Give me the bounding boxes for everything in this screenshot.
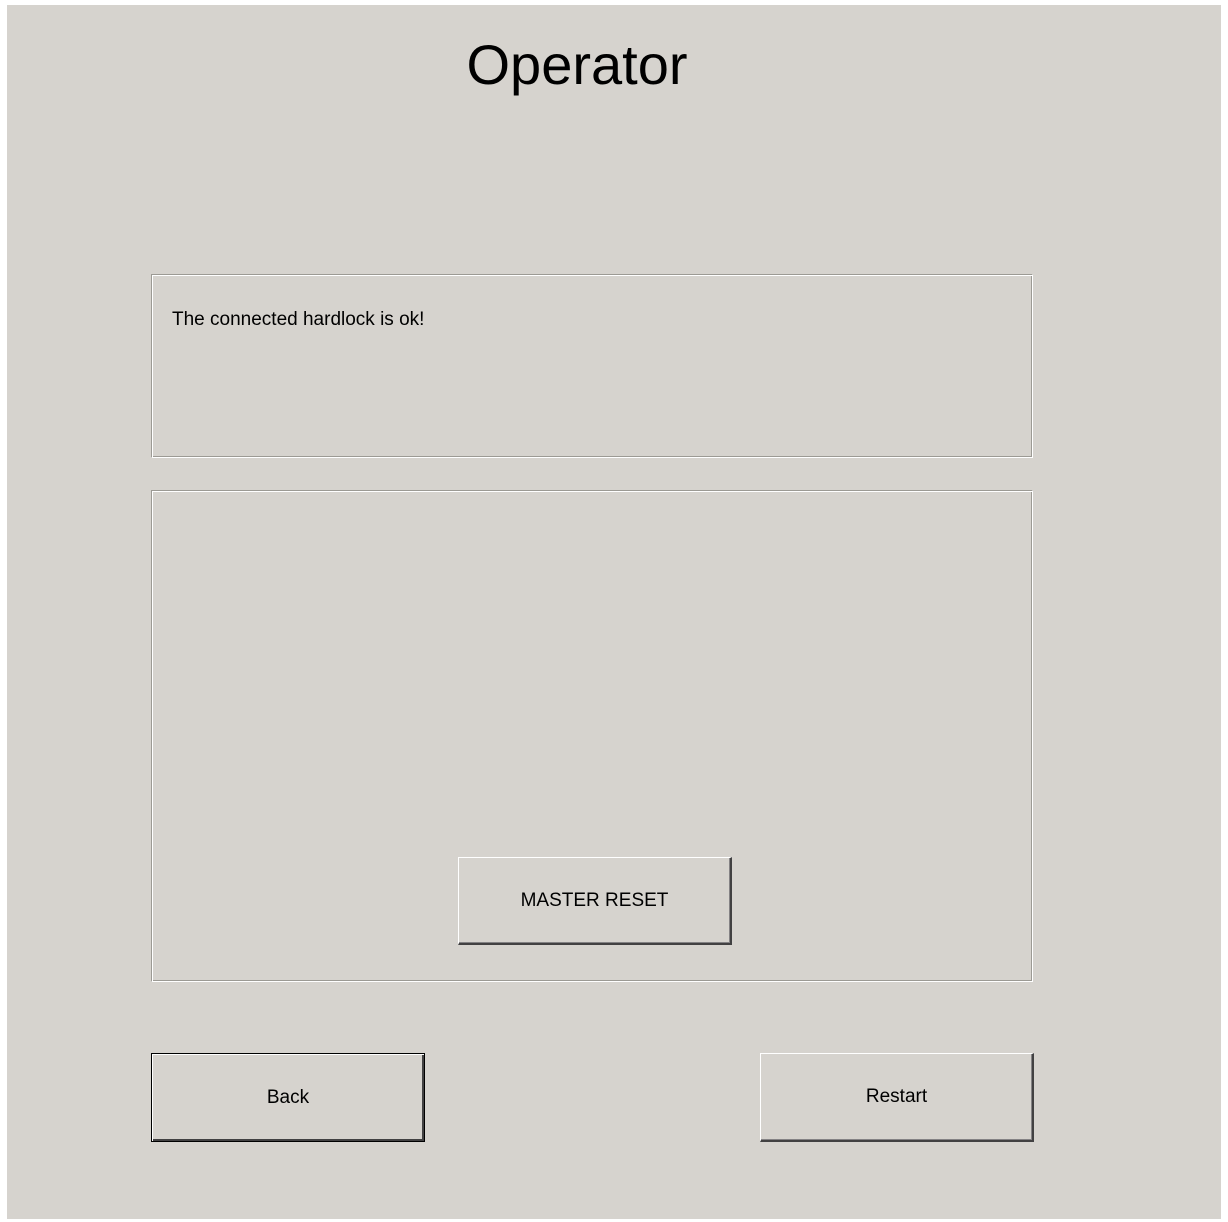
page-title: Operator — [466, 33, 688, 96]
master-reset-button[interactable]: MASTER RESET — [458, 857, 732, 945]
status-message: The connected hardlock is ok! — [172, 309, 425, 330]
restart-button[interactable]: Restart — [760, 1053, 1034, 1142]
reset-panel: MASTER RESET — [151, 490, 1033, 982]
operator-window: Operator The connected hardlock is ok! M… — [7, 5, 1221, 1219]
status-panel: The connected hardlock is ok! — [151, 274, 1033, 458]
back-button[interactable]: Back — [151, 1053, 425, 1142]
